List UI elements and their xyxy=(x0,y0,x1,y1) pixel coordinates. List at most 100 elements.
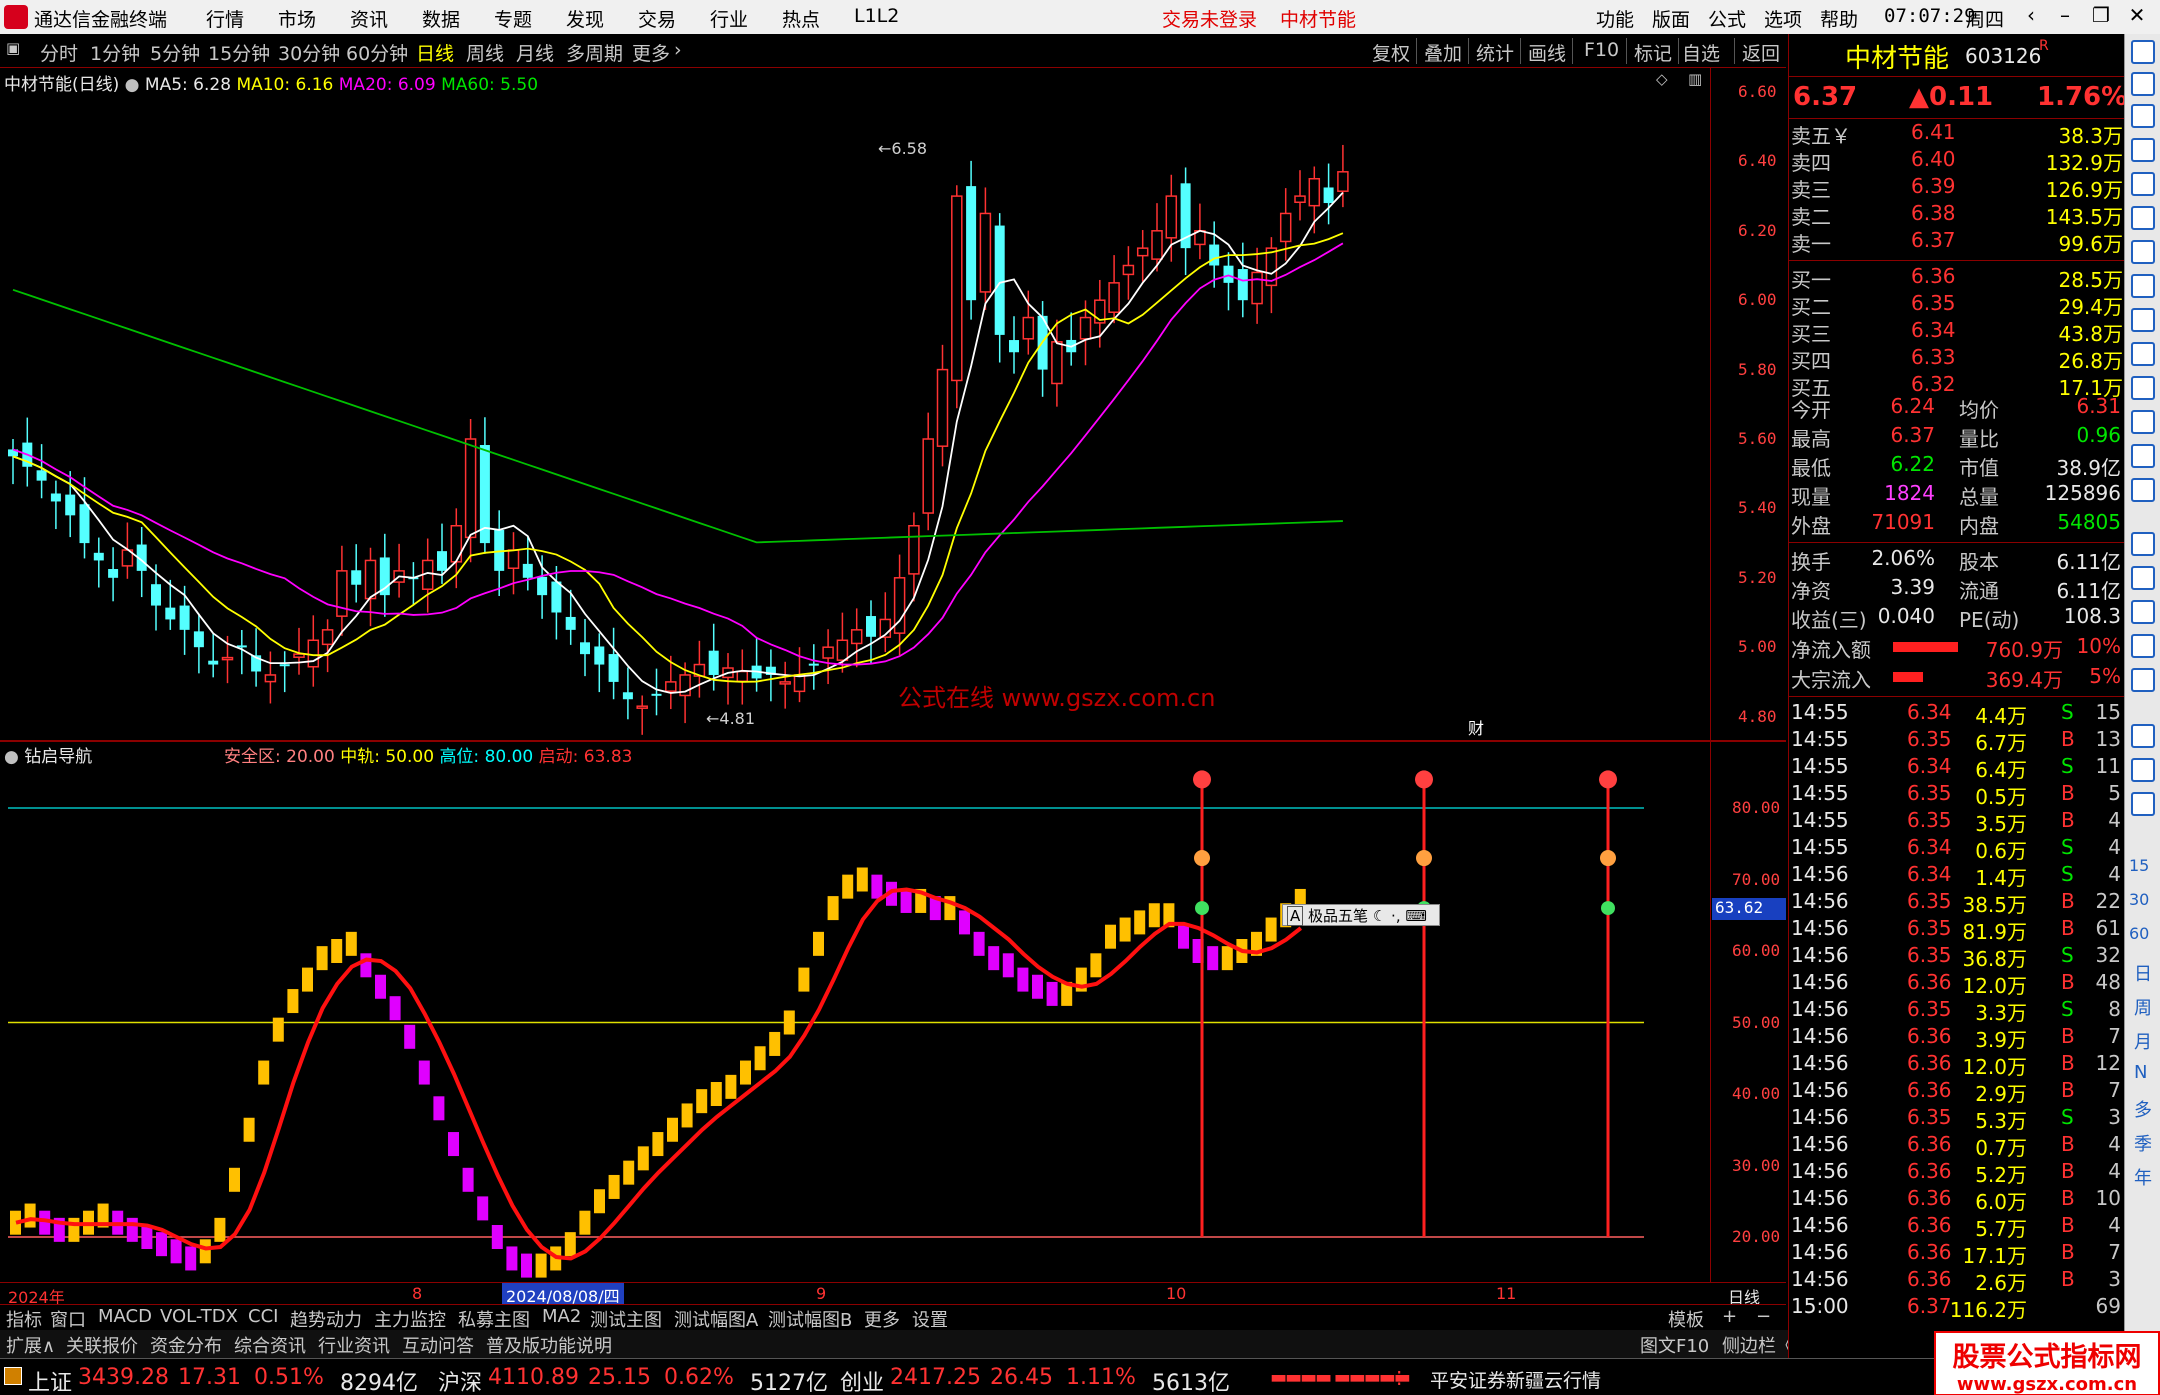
fs-icon[interactable] xyxy=(2131,724,2155,748)
f2-icon[interactable] xyxy=(2131,410,2155,434)
line-chart-icon[interactable] xyxy=(2131,206,2155,230)
action-zixuan[interactable]: 自选 xyxy=(1682,39,1720,66)
menu-xuanxiang[interactable]: 选项 xyxy=(1764,5,1802,32)
side-year[interactable]: 年 xyxy=(2134,1164,2152,1190)
side-quarter[interactable]: 季 xyxy=(2134,1130,2152,1156)
side-30[interactable]: 30 xyxy=(2129,890,2149,909)
tab-macd[interactable]: MACD xyxy=(98,1306,152,1327)
period-5min[interactable]: 5分钟 xyxy=(150,39,200,66)
menu-gongshi[interactable]: 公式 xyxy=(1708,5,1746,32)
tab-help[interactable]: 普及版功能说明 xyxy=(486,1332,612,1358)
tab-f10[interactable]: 图文F10 xyxy=(1640,1332,1709,1358)
indicator-panel[interactable]: ● 钻启导航 安全区: 20.00 中轨: 50.00 高位: 80.00 启动… xyxy=(0,742,1786,1282)
period-30min[interactable]: 30分钟 xyxy=(278,39,340,66)
news-icon[interactable] xyxy=(2131,376,2155,400)
list-icon[interactable] xyxy=(2131,274,2155,298)
action-fanhui[interactable]: 返回 xyxy=(1742,39,1780,66)
side-60[interactable]: 60 xyxy=(2129,924,2149,943)
ime-moon-icon[interactable]: ☾ ·, ⌨ xyxy=(1373,907,1427,925)
minimize-icon[interactable]: – xyxy=(2050,3,2080,31)
period-more[interactable]: 更多 xyxy=(632,39,670,66)
side-n[interactable]: N xyxy=(2134,1062,2147,1083)
menu-jiaoyi[interactable]: 交易 xyxy=(638,5,676,32)
period-fenshi[interactable]: 分时 xyxy=(40,39,78,66)
action-diejia[interactable]: 叠加 xyxy=(1424,39,1462,66)
tab-simu[interactable]: 私募主图 xyxy=(458,1306,530,1332)
back-icon[interactable]: ‹ xyxy=(2016,3,2046,31)
period-daily[interactable]: 日线 xyxy=(416,39,454,66)
tab-remove[interactable]: − xyxy=(1756,1306,1771,1327)
period-1min[interactable]: 1分钟 xyxy=(90,39,140,66)
tab-expand[interactable]: 扩展∧ xyxy=(6,1332,55,1358)
status-toggle-icon[interactable] xyxy=(4,1367,22,1385)
pen-icon[interactable] xyxy=(2131,668,2155,692)
side-week[interactable]: 周 xyxy=(2134,994,2152,1020)
up-arrow-icon[interactable] xyxy=(2131,72,2155,96)
trade-status[interactable]: 交易未登录 xyxy=(1162,5,1257,32)
menu-redian[interactable]: 热点 xyxy=(782,5,820,32)
period-monthly[interactable]: 月线 xyxy=(516,39,554,66)
menu-faxian[interactable]: 发现 xyxy=(566,5,604,32)
tab-related[interactable]: 关联报价 xyxy=(66,1332,138,1358)
menu-zhuanti[interactable]: 专题 xyxy=(494,5,532,32)
period-weekly[interactable]: 周线 xyxy=(466,39,504,66)
collapse-icon[interactable] xyxy=(2131,40,2155,64)
period-multi[interactable]: 多周期 xyxy=(566,39,623,66)
period-60min[interactable]: 60分钟 xyxy=(346,39,408,66)
tab-qushi[interactable]: 趋势动力 xyxy=(290,1306,362,1332)
menu-hangye[interactable]: 行业 xyxy=(710,5,748,32)
rsi-icon[interactable] xyxy=(2131,566,2155,590)
menu-zixun[interactable]: 资讯 xyxy=(350,5,388,32)
action-tongji[interactable]: 统计 xyxy=(1476,39,1514,66)
tab-industry-news[interactable]: 行业资讯 xyxy=(318,1332,390,1358)
tick-list[interactable]: 14:55 6.34 4.4万 S 15 14:55 6.35 6.7万 B 13 14:55 6.3… xyxy=(1789,698,2125,1358)
action-fuquan[interactable]: 复权 xyxy=(1372,39,1410,66)
candlestick-chart[interactable]: 中材节能(日线) ● MA5: 6.28 MA10: 6.16 MA20: 6.… xyxy=(0,68,1786,740)
gear-icon[interactable] xyxy=(2131,444,2155,468)
menu-bangzhu[interactable]: 帮助 xyxy=(1820,5,1858,32)
action-f10[interactable]: F10 xyxy=(1584,39,1619,61)
tab-zhibiao[interactable]: 指标 xyxy=(6,1306,42,1332)
heart-chart-icon[interactable] xyxy=(2131,532,2155,556)
tab-news[interactable]: 综合资讯 xyxy=(234,1332,306,1358)
period-15min[interactable]: 15分钟 xyxy=(208,39,270,66)
tab-ceshi-b[interactable]: 测试幅图B xyxy=(768,1306,852,1332)
tab-ma2[interactable]: MA2 xyxy=(542,1306,581,1327)
side-day[interactable]: 日 xyxy=(2134,960,2152,986)
action-biaoji[interactable]: 标记 xyxy=(1634,39,1672,66)
menu-banmian[interactable]: 版面 xyxy=(1652,5,1690,32)
tab-chuangkou[interactable]: 窗口 xyxy=(50,1306,86,1332)
stack-icon[interactable] xyxy=(2131,600,2155,624)
action-huaxian[interactable]: 画线 xyxy=(1528,39,1566,66)
tab-more[interactable]: 更多 xyxy=(864,1306,900,1332)
min1-icon[interactable] xyxy=(2131,758,2155,782)
grid-icon[interactable] xyxy=(2131,138,2155,162)
fin-icon[interactable] xyxy=(2131,308,2155,332)
side-multi[interactable]: 多 xyxy=(2134,1096,2152,1122)
tab-cci[interactable]: CCI xyxy=(248,1306,278,1327)
target-icon[interactable] xyxy=(2131,478,2155,502)
menu-shuju[interactable]: 数据 xyxy=(422,5,460,32)
menu-l1l2[interactable]: L1L2 xyxy=(854,5,899,27)
bar-chart-icon[interactable] xyxy=(2131,240,2155,264)
tab-sidebar[interactable]: 侧边栏《 xyxy=(1722,1332,1794,1358)
side-month[interactable]: 月 xyxy=(2134,1028,2152,1054)
tab-qa[interactable]: 互动问答 xyxy=(402,1332,474,1358)
close-icon[interactable]: ✕ xyxy=(2122,3,2152,31)
tab-template[interactable]: 模板 xyxy=(1668,1306,1704,1332)
ime-a-icon[interactable]: A xyxy=(1287,906,1304,926)
tab-ceshi-a[interactable]: 测试幅图A xyxy=(674,1306,758,1332)
min5-icon[interactable] xyxy=(2131,792,2155,816)
tab-vol-tdx[interactable]: VOL-TDX xyxy=(160,1306,238,1327)
menu-shichang[interactable]: 市场 xyxy=(278,5,316,32)
doc-icon[interactable] xyxy=(2131,104,2155,128)
page-icon[interactable] xyxy=(2131,342,2155,366)
tab-add[interactable]: + xyxy=(1722,1306,1737,1327)
side-15[interactable]: 15 xyxy=(2129,856,2149,875)
menu-gongneng[interactable]: 功能 xyxy=(1596,5,1634,32)
ime-popup[interactable]: A 极品五笔 ☾ ·, ⌨ xyxy=(1282,904,1440,926)
ime-name[interactable]: 极品五笔 xyxy=(1308,907,1368,925)
chevron-right-icon[interactable]: › xyxy=(674,39,682,61)
tab-ceshi-main[interactable]: 测试主图 xyxy=(590,1306,662,1332)
restore-icon[interactable]: ❐ xyxy=(2086,3,2116,31)
